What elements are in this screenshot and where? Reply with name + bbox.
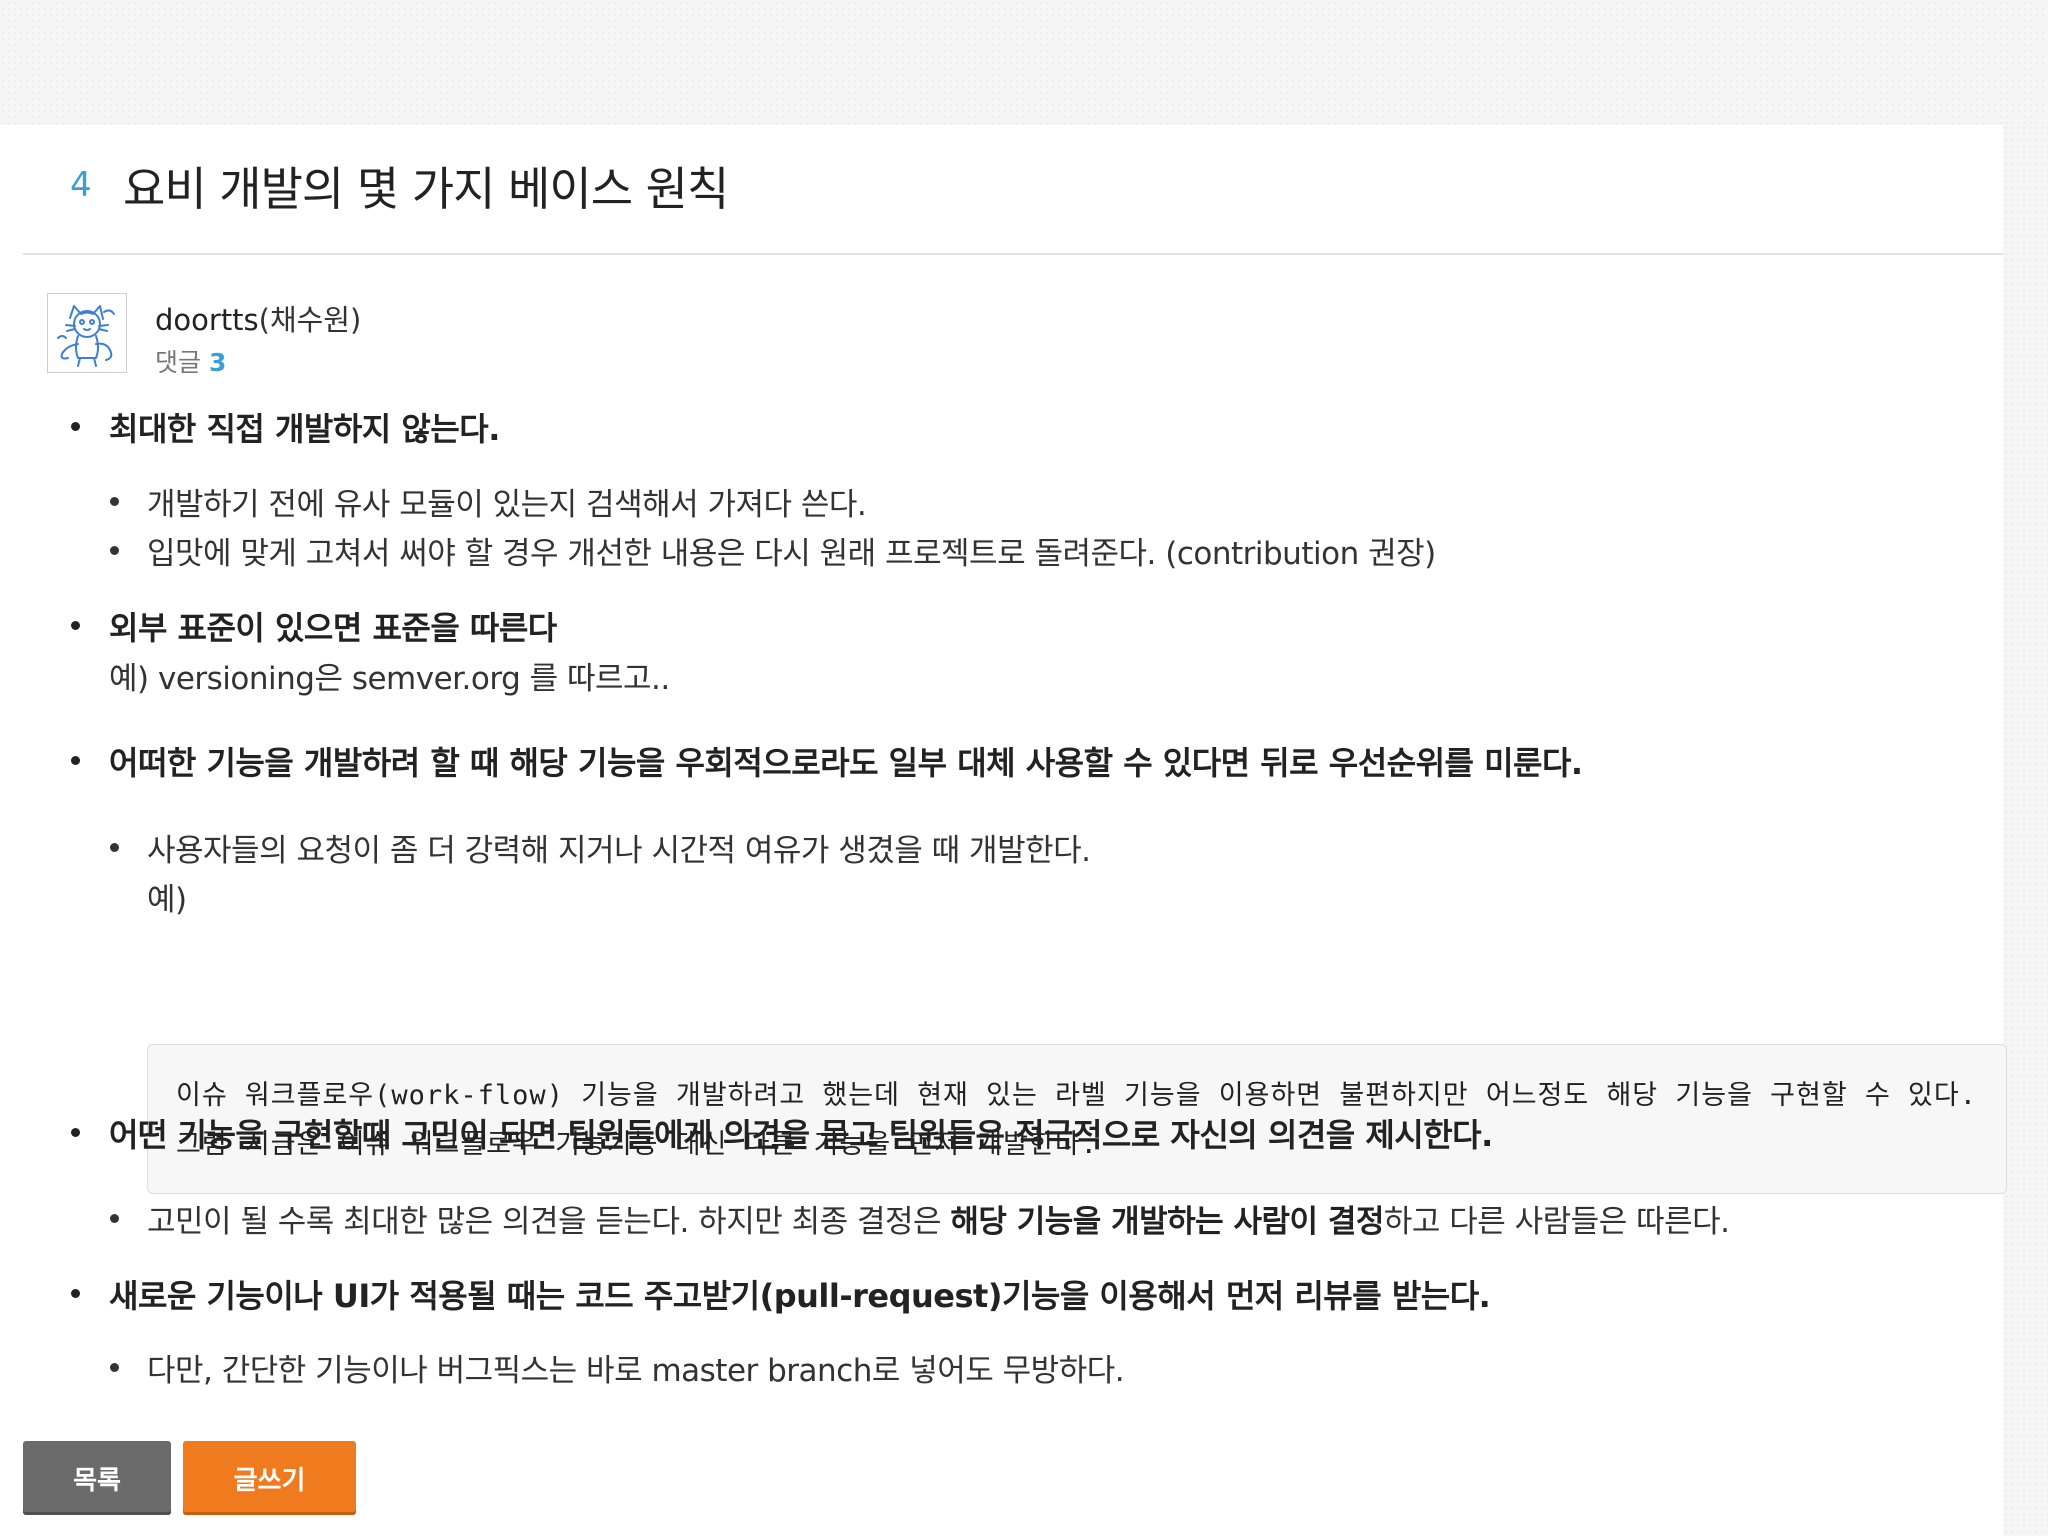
bullet-dot <box>71 422 80 431</box>
example-label: 예) <box>147 882 187 918</box>
list-item-text-bold: 해당 기능을 개발하는 사람이 결정 <box>950 1204 1384 1240</box>
comment-count-value[interactable]: 3 <box>209 348 226 377</box>
bullet-dot <box>110 497 119 506</box>
bullet-dot <box>71 1128 80 1137</box>
bullet-dot <box>71 1289 80 1298</box>
list-item-text: 사용자들의 요청이 좀 더 강력해 지거나 시간적 여유가 생겼을 때 개발한다… <box>147 833 1091 869</box>
list-item-text: 최대한 직접 개발하지 않는다. <box>109 410 500 448</box>
post-number: 4 <box>70 165 92 205</box>
page-header-background <box>0 0 2048 125</box>
bullet-dot <box>110 1363 119 1372</box>
list-item-text: 다만, 간단한 기능이나 버그픽스는 바로 master branch로 넣어도… <box>147 1353 1125 1389</box>
bullet-dot <box>71 621 80 630</box>
list-item: 어떠한 기능을 개발하려 할 때 해당 기능을 우회적으로라도 일부 대체 사용… <box>71 738 1583 784</box>
list-item: 고민이 될 수록 최대한 많은 의견을 듣는다. 하지만 최종 결정은 해당 기… <box>110 1196 1730 1241</box>
list-item: 새로운 기능이나 UI가 적용될 때는 코드 주고받기(pull-request… <box>71 1271 1491 1317</box>
post-title: 요비 개발의 몇 가지 베이스 원칙 <box>123 162 729 216</box>
list-item-text: 개발하기 전에 유사 모듈이 있는지 검색해서 가져다 쓴다. <box>147 487 867 523</box>
list-item-text: 입맛에 맞게 고쳐서 써야 할 경우 개선한 내용은 다시 원래 프로젝트로 돌… <box>147 536 1436 572</box>
list-button[interactable]: 목록 <box>23 1441 171 1515</box>
bullet-dot <box>71 756 80 765</box>
list-item: 최대한 직접 개발하지 않는다. <box>71 404 500 450</box>
author-realname: (채수원) <box>258 303 362 337</box>
page-side-background <box>2003 125 2048 1536</box>
list-item-text: 외부 표준이 있으면 표준을 따른다 <box>109 609 557 647</box>
comment-label: 댓글 <box>155 348 202 377</box>
author-username[interactable]: doortts <box>155 303 259 337</box>
comment-count: 댓글 3 <box>155 343 226 379</box>
list-item: 다만, 간단한 기능이나 버그픽스는 바로 master branch로 넣어도… <box>110 1345 1125 1390</box>
bullet-dot <box>110 546 119 555</box>
author-name: doortts(채수원) <box>155 297 361 339</box>
example-text: 예) versioning은 semver.org 를 따르고.. <box>109 661 670 697</box>
write-button[interactable]: 글쓰기 <box>183 1441 356 1515</box>
list-item-text: 어떠한 기능을 개발하려 할 때 해당 기능을 우회적으로라도 일부 대체 사용… <box>109 744 1583 782</box>
list-item-text: 새로운 기능이나 UI가 적용될 때는 코드 주고받기(pull-request… <box>109 1277 1491 1315</box>
post-title-row: 4 요비 개발의 몇 가지 베이스 원칙 <box>0 125 2003 253</box>
list-item-text: 어떤 기능을 구현할때 고민이 되면 팀원들에게 의견을 묻고 팀원들은 적극적… <box>109 1116 1493 1154</box>
title-divider <box>23 253 2003 255</box>
bullet-dot <box>110 1214 119 1223</box>
list-item-text-pre: 고민이 될 수록 최대한 많은 의견을 듣는다. 하지만 최종 결정은 <box>147 1204 951 1240</box>
bullet-dot <box>110 843 119 852</box>
cat-drawing-avatar-icon <box>57 305 115 367</box>
list-item-text-post: 하고 다른 사람들은 따른다. <box>1383 1204 1730 1240</box>
post-panel: 4 요비 개발의 몇 가지 베이스 원칙 doortts(채수원) 댓글 3 최… <box>0 125 2007 1536</box>
list-item: 사용자들의 요청이 좀 더 강력해 지거나 시간적 여유가 생겼을 때 개발한다… <box>110 825 1091 870</box>
author-avatar[interactable] <box>47 293 127 373</box>
list-item: 외부 표준이 있으면 표준을 따른다 <box>71 603 557 649</box>
list-item: 어떤 기능을 구현할때 고민이 되면 팀원들에게 의견을 묻고 팀원들은 적극적… <box>71 1110 1493 1156</box>
code-line: 이슈 워크플로우(work-flow) 기능을 개발하려고 했는데 현재 있는 … <box>176 1080 1977 1111</box>
list-item: 입맛에 맞게 고쳐서 써야 할 경우 개선한 내용은 다시 원래 프로젝트로 돌… <box>110 528 1436 573</box>
list-item: 개발하기 전에 유사 모듈이 있는지 검색해서 가져다 쓴다. <box>110 479 867 524</box>
